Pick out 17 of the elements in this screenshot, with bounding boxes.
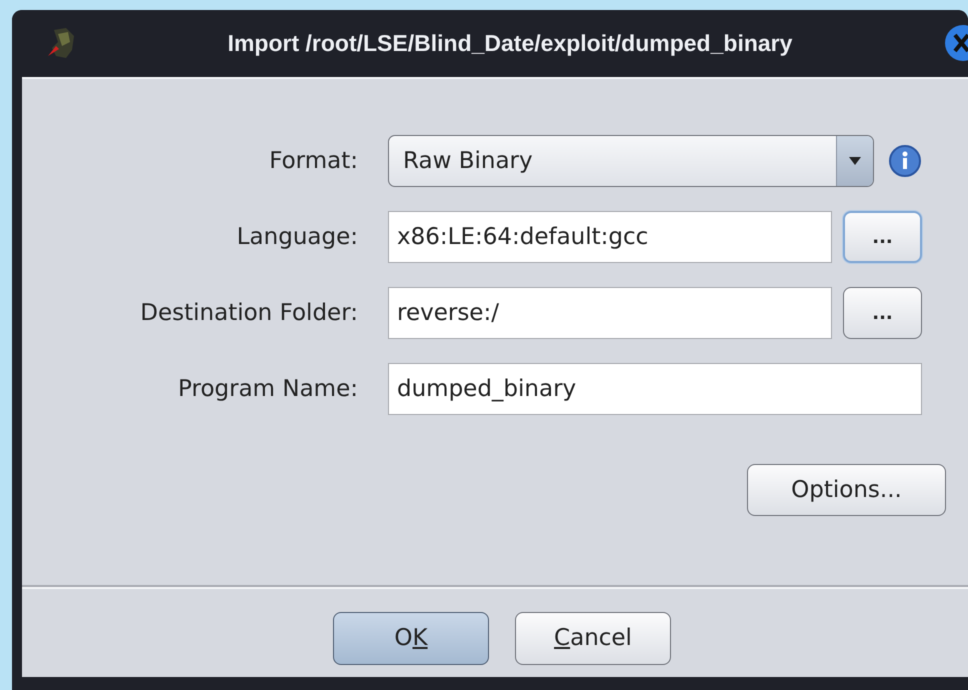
info-icon [888, 144, 922, 178]
options-button[interactable]: Options... [747, 464, 946, 516]
field-label: Language: [236, 224, 358, 250]
field-label: Format: [268, 148, 358, 174]
field-label: Destination Folder: [139, 300, 358, 326]
format-dropdown[interactable]: Raw Binary [388, 135, 874, 187]
ok-button[interactable]: OK [333, 612, 489, 664]
browse-button[interactable]: ... [843, 211, 922, 263]
window-title: Import /root/LSE/Blind_Date/exploit/dumped_binary [228, 30, 792, 57]
logo-icon [46, 26, 76, 60]
field-label: Program Name: [177, 376, 358, 402]
cancel-button[interactable]: Cancel [515, 612, 671, 664]
input-field[interactable]: dumped_binary [388, 363, 922, 415]
input-field[interactable]: reverse:/ [388, 287, 832, 339]
close-icon[interactable] [944, 24, 968, 62]
input-field[interactable]: x86:LE:64:default:gcc [388, 211, 832, 263]
browse-button[interactable]: ... [843, 287, 922, 339]
